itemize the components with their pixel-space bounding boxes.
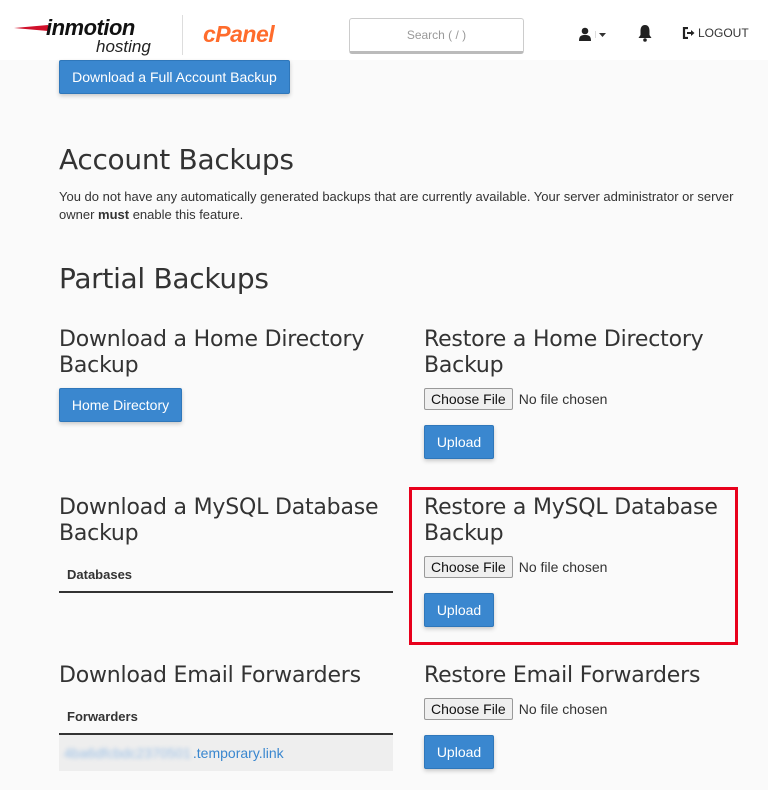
search-input[interactable] bbox=[350, 19, 523, 51]
home-restore-file-status: No file chosen bbox=[518, 391, 608, 407]
mysql-restore-upload-button[interactable]: Upload bbox=[424, 593, 494, 627]
notifications-button[interactable] bbox=[637, 24, 653, 42]
cpanel-logo[interactable]: cPanel bbox=[203, 21, 275, 48]
mysql-restore-title: Restore a MySQL Database Backup bbox=[424, 495, 718, 546]
logout-button[interactable]: LOGOUT bbox=[682, 26, 749, 40]
caret-down-icon bbox=[595, 31, 606, 38]
email-restore-choose-file-button[interactable]: Choose File bbox=[424, 698, 513, 720]
user-icon bbox=[579, 27, 591, 41]
databases-column-header: Databases bbox=[67, 567, 133, 582]
logout-label: LOGOUT bbox=[698, 26, 749, 40]
bell-icon bbox=[638, 25, 652, 42]
account-backups-text: You do not have any automatically genera… bbox=[59, 189, 734, 222]
download-full-backup-button[interactable]: Download a Full Account Backup bbox=[59, 60, 290, 94]
home-restore-title: Restore a Home Directory Backup bbox=[424, 327, 704, 378]
mysql-restore-file-input[interactable]: Choose File No file chosen bbox=[424, 556, 607, 578]
mysql-download-title: Download a MySQL Database Backup bbox=[59, 495, 379, 546]
databases-table-rule bbox=[59, 591, 393, 593]
forwarder-blurred-prefix: 4ba6dfcbdc2370501 bbox=[64, 745, 191, 761]
user-menu-button[interactable] bbox=[578, 25, 608, 43]
logout-icon bbox=[682, 27, 695, 39]
home-restore-upload-button[interactable]: Upload bbox=[424, 425, 494, 459]
email-restore-upload-button[interactable]: Upload bbox=[424, 735, 494, 769]
inmotion-hosting-logo[interactable]: inmotion hosting bbox=[14, 12, 164, 56]
email-restore-title: Restore Email Forwarders bbox=[424, 663, 701, 688]
swoosh-icon bbox=[14, 25, 48, 31]
mysql-restore-file-status: No file chosen bbox=[518, 559, 608, 575]
email-restore-file-input[interactable]: Choose File No file chosen bbox=[424, 698, 607, 720]
home-restore-file-input[interactable]: Choose File No file chosen bbox=[424, 388, 607, 410]
search-box[interactable] bbox=[349, 18, 524, 54]
forwarders-column-header: Forwarders bbox=[67, 709, 138, 724]
home-download-title: Download a Home Directory Backup bbox=[59, 327, 365, 378]
mysql-restore-choose-file-button[interactable]: Choose File bbox=[424, 556, 513, 578]
forwarder-domain-link[interactable]: .temporary.link bbox=[193, 745, 284, 761]
home-restore-choose-file-button[interactable]: Choose File bbox=[424, 388, 513, 410]
email-restore-file-status: No file chosen bbox=[518, 701, 608, 717]
top-header: inmotion hosting cPanel LOGOUT bbox=[0, 0, 768, 60]
forwarder-row[interactable]: 4ba6dfcbdc2370501 .temporary.link bbox=[59, 735, 393, 771]
email-download-title: Download Email Forwarders bbox=[59, 663, 361, 688]
logo-sub-text: hosting bbox=[96, 37, 151, 56]
home-directory-button[interactable]: Home Directory bbox=[59, 388, 182, 422]
partial-backups-title: Partial Backups bbox=[59, 262, 269, 295]
account-backups-title: Account Backups bbox=[59, 143, 294, 176]
logo-divider bbox=[182, 15, 183, 55]
